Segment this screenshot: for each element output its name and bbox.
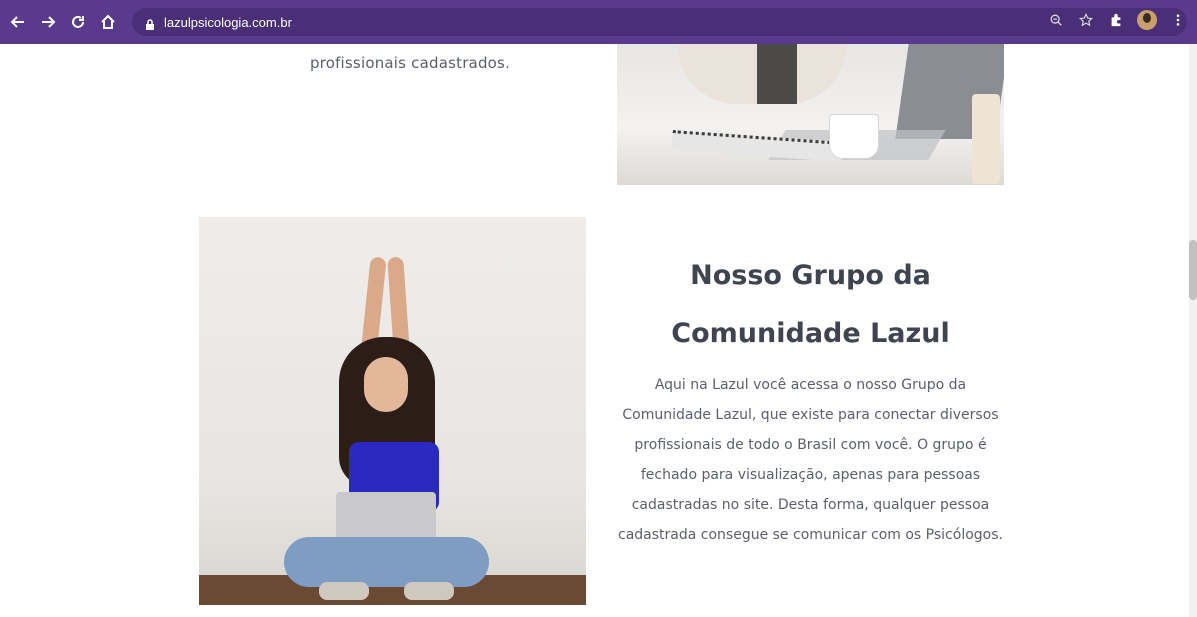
address-bar[interactable]: lazulpsicologia.com.br bbox=[132, 8, 1187, 36]
zoom-icon[interactable] bbox=[1047, 11, 1065, 29]
home-icon[interactable] bbox=[96, 10, 120, 34]
scrollbar-thumb[interactable] bbox=[1189, 240, 1197, 300]
forward-arrow-icon[interactable] bbox=[36, 10, 60, 34]
extensions-icon[interactable] bbox=[1107, 11, 1125, 29]
star-icon[interactable] bbox=[1077, 11, 1095, 29]
menu-dots-icon[interactable] bbox=[1169, 11, 1187, 29]
page-content: profissionais cadastrados. Nosso Grupo d… bbox=[0, 44, 1197, 617]
back-arrow-icon[interactable] bbox=[6, 10, 30, 34]
laptop-work-photo bbox=[617, 44, 1004, 185]
intro-text-fragment: profissionais cadastrados. bbox=[309, 54, 511, 72]
celebrating-woman-photo bbox=[199, 217, 586, 605]
page-scrollbar[interactable] bbox=[1189, 44, 1197, 617]
url-text: lazulpsicologia.com.br bbox=[164, 14, 292, 30]
browser-toolbar: lazulpsicologia.com.br bbox=[0, 0, 1197, 44]
lock-icon bbox=[144, 16, 156, 30]
section-description: Aqui na Lazul você acessa o nosso Grupo … bbox=[618, 377, 1003, 543]
section-title: Nosso Grupo da Comunidade Lazul bbox=[671, 260, 950, 349]
avatar[interactable] bbox=[1137, 10, 1157, 30]
reload-icon[interactable] bbox=[66, 10, 90, 34]
